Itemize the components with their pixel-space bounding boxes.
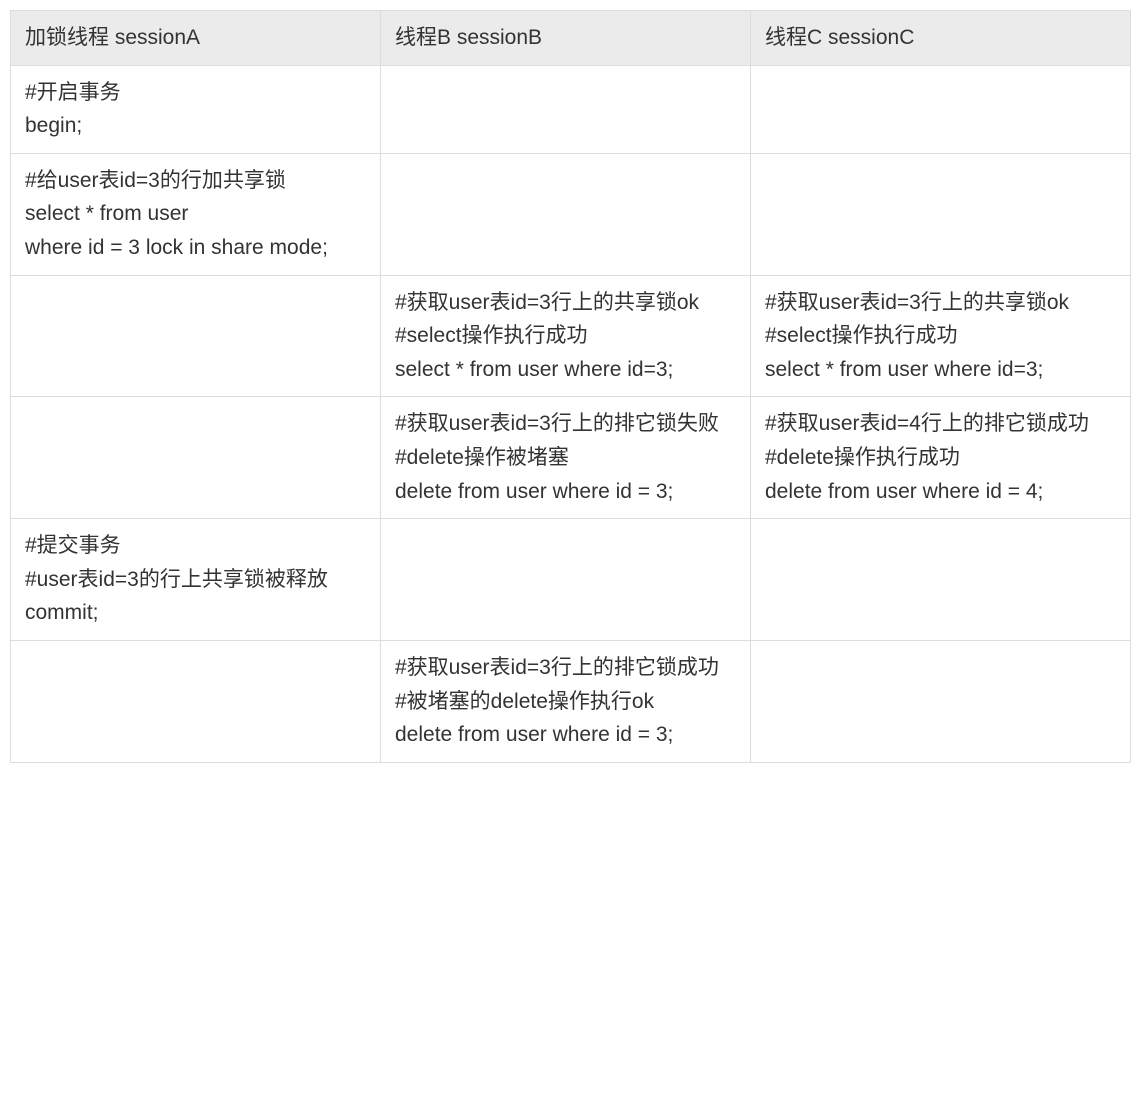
cell-a: #提交事务 #user表id=3的行上共享锁被释放 commit; <box>11 519 381 641</box>
table-row: #获取user表id=3行上的排它锁失败 #delete操作被堵塞 delete… <box>11 397 1131 519</box>
table-row: #获取user表id=3行上的排它锁成功 #被堵塞的delete操作执行ok d… <box>11 640 1131 762</box>
cell-a <box>11 275 381 397</box>
cell-b: #获取user表id=3行上的排它锁失败 #delete操作被堵塞 delete… <box>381 397 751 519</box>
cell-b <box>381 519 751 641</box>
table-row: #给user表id=3的行加共享锁 select * from user whe… <box>11 153 1131 275</box>
cell-a: #开启事务 begin; <box>11 65 381 153</box>
cell-c: #获取user表id=3行上的共享锁ok #select操作执行成功 selec… <box>751 275 1131 397</box>
cell-b <box>381 65 751 153</box>
cell-c <box>751 65 1131 153</box>
cell-a: #给user表id=3的行加共享锁 select * from user whe… <box>11 153 381 275</box>
cell-b <box>381 153 751 275</box>
table-header-row: 加锁线程 sessionA 线程B sessionB 线程C sessionC <box>11 11 1131 66</box>
table-row: #获取user表id=3行上的共享锁ok #select操作执行成功 selec… <box>11 275 1131 397</box>
table-row: #开启事务 begin; <box>11 65 1131 153</box>
cell-c: #获取user表id=4行上的排它锁成功 #delete操作执行成功 delet… <box>751 397 1131 519</box>
cell-a <box>11 640 381 762</box>
header-session-b: 线程B sessionB <box>381 11 751 66</box>
cell-b: #获取user表id=3行上的排它锁成功 #被堵塞的delete操作执行ok d… <box>381 640 751 762</box>
cell-b: #获取user表id=3行上的共享锁ok #select操作执行成功 selec… <box>381 275 751 397</box>
table-row: #提交事务 #user表id=3的行上共享锁被释放 commit; <box>11 519 1131 641</box>
header-session-c: 线程C sessionC <box>751 11 1131 66</box>
cell-a <box>11 397 381 519</box>
header-session-a: 加锁线程 sessionA <box>11 11 381 66</box>
session-lock-table: 加锁线程 sessionA 线程B sessionB 线程C sessionC … <box>10 10 1131 763</box>
cell-c <box>751 640 1131 762</box>
cell-c <box>751 153 1131 275</box>
cell-c <box>751 519 1131 641</box>
